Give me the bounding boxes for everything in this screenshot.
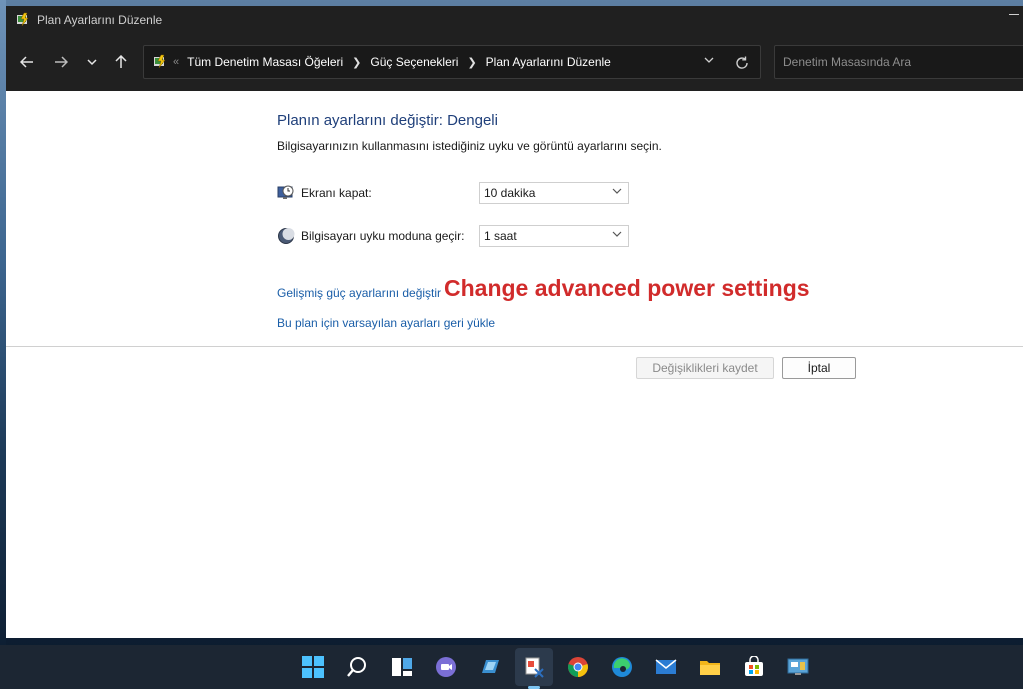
display-off-select[interactable]: 10 dakika	[479, 182, 629, 204]
power-options-icon	[17, 12, 29, 27]
address-dropdown-icon[interactable]	[704, 55, 714, 68]
breadcrumb-power-options[interactable]: Güç Seçenekleri	[370, 55, 458, 69]
chevron-right-icon[interactable]: ❯	[352, 56, 361, 69]
chrome-icon[interactable]	[566, 655, 590, 679]
sleep-select[interactable]: 1 saat	[479, 225, 629, 247]
widgets-icon[interactable]	[478, 655, 502, 679]
taskbar	[0, 645, 1023, 689]
page-subtitle: Bilgisayarınızın kullanmasını istediğini…	[277, 139, 662, 153]
cancel-button[interactable]: İptal	[782, 357, 856, 379]
address-bar[interactable]: « Tüm Denetim Masası Öğeleri ❯ Güç Seçen…	[143, 45, 761, 79]
edge-icon[interactable]	[610, 655, 634, 679]
page-title: Planın ayarlarını değiştir: Dengeli	[277, 112, 498, 129]
back-arrow-icon[interactable]	[14, 47, 40, 77]
power-options-icon	[154, 54, 166, 69]
restore-defaults-link[interactable]: Bu plan için varsayılan ayarları geri yü…	[277, 316, 495, 330]
control-panel-icon[interactable]	[786, 655, 810, 679]
snipping-tool-icon[interactable]	[522, 655, 546, 679]
breadcrumb-overflow[interactable]: «	[173, 56, 179, 68]
chevron-down-icon[interactable]	[79, 47, 105, 77]
store-icon[interactable]	[742, 655, 766, 679]
display-off-value: 10 dakika	[484, 186, 536, 200]
main-content: Planın ayarlarını değiştir: Dengeli Bilg…	[6, 91, 1023, 638]
file-explorer-icon[interactable]	[698, 655, 722, 679]
chevron-down-icon	[612, 186, 622, 199]
sleep-moon-icon	[278, 228, 295, 244]
forward-arrow-icon[interactable]	[48, 47, 74, 77]
navigation-bar: « Tüm Denetim Masası Öğeleri ❯ Güç Seçen…	[6, 34, 1023, 91]
chevron-right-icon[interactable]: ❯	[467, 56, 476, 69]
breadcrumb-edit-plan[interactable]: Plan Ayarlarını Düzenle	[486, 55, 611, 69]
mail-icon[interactable]	[654, 655, 678, 679]
search-input[interactable]: Denetim Masasında Ara	[774, 45, 1023, 79]
control-panel-window: Plan Ayarlarını Düzenle « Tüm Denetim Ma…	[6, 6, 1023, 638]
annotation-label: Change advanced power settings	[444, 275, 810, 301]
windows-start-icon[interactable]	[301, 655, 325, 679]
chevron-down-icon	[612, 229, 622, 242]
divider	[6, 346, 1023, 347]
display-timer-icon	[277, 185, 294, 199]
advanced-power-settings-link[interactable]: Gelişmiş güç ayarlarını değiştir	[277, 286, 441, 300]
refresh-icon[interactable]	[732, 53, 752, 73]
display-off-label: Ekranı kapat:	[301, 186, 372, 200]
teams-chat-icon[interactable]	[434, 655, 458, 679]
breadcrumb-all-control-panel[interactable]: Tüm Denetim Masası Öğeleri	[187, 55, 343, 69]
save-changes-button[interactable]: Değişiklikleri kaydet	[636, 357, 774, 379]
search-icon[interactable]	[345, 655, 369, 679]
up-arrow-icon[interactable]	[108, 47, 134, 77]
minimize-button[interactable]	[1009, 14, 1019, 15]
window-title: Plan Ayarlarını Düzenle	[37, 13, 163, 27]
task-view-icon[interactable]	[390, 655, 414, 679]
sleep-value: 1 saat	[484, 229, 517, 243]
title-bar: Plan Ayarlarını Düzenle	[6, 6, 1023, 34]
sleep-label: Bilgisayarı uyku moduna geçir:	[301, 229, 465, 243]
